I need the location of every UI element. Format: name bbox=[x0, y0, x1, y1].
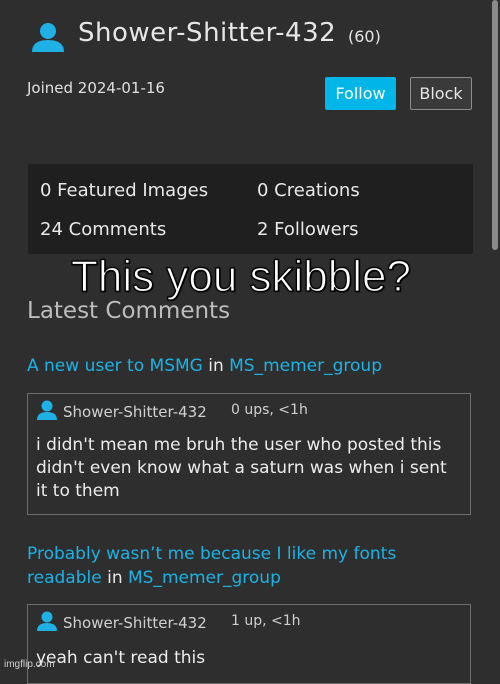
block-button[interactable]: Block bbox=[410, 77, 472, 110]
comment-text: i didn't mean me bruh the user who poste… bbox=[36, 435, 447, 501]
user-icon bbox=[37, 400, 57, 420]
follow-button[interactable]: Follow bbox=[325, 77, 396, 110]
thread-heading: A new user to MSMG in MS_memer_group bbox=[27, 354, 467, 378]
stat-comments[interactable]: 24 Comments bbox=[40, 219, 166, 240]
comment-card: Shower-Shitter-432 0 ups, <1h i didn't m… bbox=[27, 393, 471, 515]
post-title-link[interactable]: A new user to MSMG bbox=[27, 356, 203, 376]
user-avatar-icon bbox=[32, 23, 64, 52]
stat-creations[interactable]: 0 Creations bbox=[257, 180, 360, 201]
profile-username: Shower-Shitter-432 bbox=[78, 18, 337, 48]
user-icon bbox=[37, 611, 57, 631]
comment-text: yeah can't read this bbox=[36, 648, 206, 668]
thread-heading: Probably wasn’t me because I like my fon… bbox=[27, 542, 467, 590]
profile-points: (60) bbox=[348, 27, 381, 46]
scrollbar[interactable] bbox=[492, 0, 498, 250]
overlay-caption: This you skibble? bbox=[70, 251, 411, 301]
stat-featured-images[interactable]: 0 Featured Images bbox=[40, 180, 208, 201]
comment-meta: 0 ups, <1h bbox=[231, 402, 308, 418]
stat-followers[interactable]: 2 Followers bbox=[257, 219, 359, 240]
comment-username[interactable]: Shower-Shitter-432 bbox=[63, 614, 207, 632]
comment-meta: 1 up, <1h bbox=[231, 613, 301, 629]
comment-username[interactable]: Shower-Shitter-432 bbox=[63, 403, 207, 421]
watermark: imgflip.com bbox=[4, 659, 55, 670]
joined-date: Joined 2024-01-16 bbox=[27, 79, 165, 97]
in-word: in bbox=[208, 356, 224, 376]
in-word: in bbox=[107, 568, 123, 588]
comment-card: Shower-Shitter-432 1 up, <1h yeah can't … bbox=[27, 604, 471, 684]
latest-comments-title: Latest Comments bbox=[27, 298, 231, 324]
stream-link[interactable]: MS_memer_group bbox=[128, 568, 281, 588]
stream-link[interactable]: MS_memer_group bbox=[229, 356, 382, 376]
stats-panel: 0 Featured Images 0 Creations 24 Comment… bbox=[28, 164, 473, 254]
